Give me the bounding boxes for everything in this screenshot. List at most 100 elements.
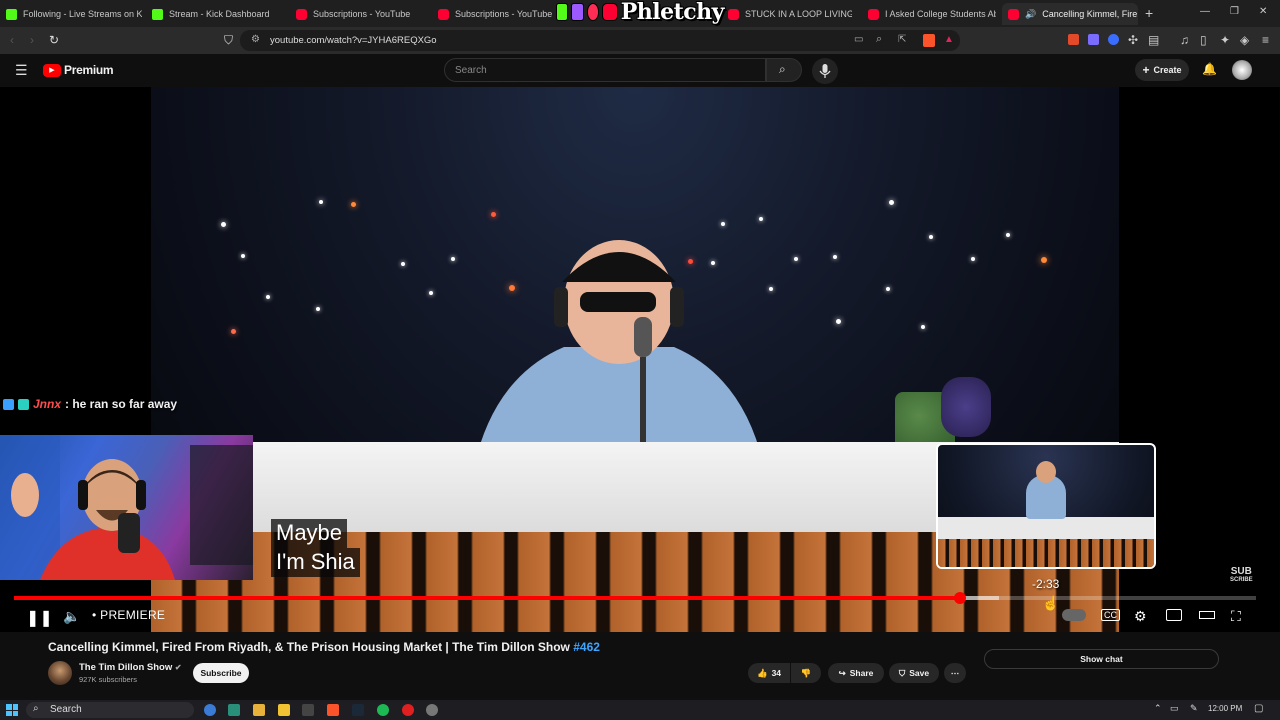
search-button[interactable]: ⌕ xyxy=(766,58,802,82)
streamer-webcam xyxy=(0,435,253,580)
folder-icon[interactable] xyxy=(278,704,290,716)
minimize-icon[interactable]: — xyxy=(1200,6,1210,17)
cursor-hand-icon: ☝ xyxy=(1042,595,1060,611)
plush-toy xyxy=(941,377,991,437)
extension-1-icon[interactable] xyxy=(1068,34,1079,45)
extension-3-icon[interactable] xyxy=(1108,34,1119,45)
cast-icon[interactable]: ▭ xyxy=(854,34,863,45)
search-input[interactable]: Search xyxy=(444,58,766,82)
site-info-icon[interactable]: ⚙ xyxy=(251,34,260,45)
autoplay-toggle[interactable] xyxy=(1062,609,1086,621)
url-text[interactable]: youtube.com/watch?v=JYHA6REQXGo xyxy=(270,35,437,46)
share-page-icon[interactable]: ⇱ xyxy=(898,34,906,45)
menu-icon[interactable]: ≡ xyxy=(1262,33,1269,47)
ai-icon[interactable]: ✦ xyxy=(1220,33,1230,47)
sidebar-icon[interactable]: ▯ xyxy=(1200,33,1207,47)
tab-active-video[interactable]: 🔊 Cancelling Kimmel, Fire ✕ xyxy=(1002,3,1138,25)
forward-icon[interactable]: › xyxy=(30,33,34,47)
logo-chip-icon xyxy=(556,3,569,21)
taskbar-clock[interactable]: 12:00 PM xyxy=(1208,704,1242,713)
app-icon[interactable] xyxy=(426,704,438,716)
brave-browser-icon[interactable] xyxy=(327,704,339,716)
pen-icon[interactable]: ✎ xyxy=(1190,703,1198,714)
notifications-bell-icon[interactable]: 🔔 xyxy=(1202,62,1217,76)
tab-college-students[interactable]: I Asked College Students Abou xyxy=(862,3,996,25)
file-explorer-icon[interactable] xyxy=(253,704,265,716)
address-bar[interactable]: ⚙ youtube.com/watch?v=JYHA6REQXGo ▭ ⌕ ⇱ … xyxy=(240,30,960,51)
premiere-badge: • PREMIERE xyxy=(92,608,166,622)
subscriber-count: 927K subscribers xyxy=(79,675,137,684)
hamburger-menu-icon[interactable]: ☰ xyxy=(15,62,28,79)
widgets-icon[interactable] xyxy=(228,704,240,716)
miniplayer-icon[interactable] xyxy=(1166,609,1182,621)
windows-taskbar: ⌕ Search ⌃ ▭ ✎ 12:00 PM ▢ xyxy=(0,700,1280,720)
speaker-icon[interactable]: 🔊 xyxy=(1025,9,1036,20)
brave-shield-icon[interactable] xyxy=(923,34,935,47)
dislike-button[interactable]: 👎 xyxy=(791,663,821,683)
streamer-figure xyxy=(0,435,253,580)
thumbs-up-icon: 👍 xyxy=(756,667,768,678)
tab-subscriptions-1[interactable]: Subscriptions - YouTube xyxy=(290,3,432,25)
youtube-favicon-icon xyxy=(728,8,739,20)
city-light xyxy=(889,200,894,205)
brave-rewards-icon[interactable]: ▲ xyxy=(944,34,954,45)
extension-2-icon[interactable] xyxy=(1088,34,1099,45)
city-light xyxy=(316,307,320,311)
spotify-icon[interactable] xyxy=(377,704,389,716)
save-button[interactable]: ⛉ Save xyxy=(889,663,939,683)
zoom-icon[interactable]: ⌕ xyxy=(876,33,882,46)
tab-kick-following[interactable]: Following - Live Streams on Ki xyxy=(0,3,142,25)
steam-icon[interactable] xyxy=(352,704,364,716)
city-light xyxy=(794,257,798,261)
city-light xyxy=(241,254,245,258)
more-actions-button[interactable]: ⋯ xyxy=(944,663,966,683)
video-player[interactable]: Jnnx : he ran so far away Maybe I'm Shia… xyxy=(0,87,1280,632)
theater-mode-icon[interactable] xyxy=(1199,611,1215,619)
window-close-icon[interactable]: ✕ xyxy=(1259,6,1267,17)
windows-start-icon[interactable] xyxy=(6,704,18,716)
subscribe-watermark[interactable]: SUB SCRIBE xyxy=(1230,567,1253,585)
channel-name[interactable]: The Tim Dillon Show ✔ xyxy=(79,662,182,673)
obs-icon[interactable] xyxy=(402,704,414,716)
kick-favicon-icon xyxy=(6,8,17,20)
subscribe-button[interactable]: Subscribe xyxy=(193,663,249,683)
settings-icon[interactable]: ⚙ xyxy=(1134,608,1147,625)
episode-hashtag[interactable]: #462 xyxy=(573,640,600,654)
notification-icon[interactable]: ▢ xyxy=(1254,703,1263,714)
taskbar-search[interactable]: ⌕ Search xyxy=(26,702,194,718)
create-button[interactable]: + Create xyxy=(1135,59,1189,81)
pause-icon[interactable]: ❚❚ xyxy=(26,608,53,628)
captions-icon[interactable]: CC xyxy=(1101,609,1120,621)
account-avatar[interactable] xyxy=(1232,60,1252,80)
new-tab-icon[interactable]: + xyxy=(1145,5,1153,21)
plus-icon: + xyxy=(1142,63,1150,77)
preview-time: -2:33 xyxy=(1032,577,1060,591)
wallet-icon[interactable]: ◈ xyxy=(1240,33,1249,47)
network-icon[interactable]: ▭ xyxy=(1170,703,1179,714)
caption-line: I'm Shia xyxy=(271,548,360,577)
youtube-logo[interactable]: ▶ Premium xyxy=(43,63,114,77)
fullscreen-icon[interactable]: ⛶ xyxy=(1231,608,1241,625)
city-light xyxy=(491,212,496,217)
back-icon[interactable]: ‹ xyxy=(10,33,14,47)
tab-subscriptions-2[interactable]: Subscriptions - YouTube xyxy=(432,3,554,25)
tab-stuck-in-loop[interactable]: STUCK IN A LOOP LIVING IN A xyxy=(722,3,852,25)
extensions-icon[interactable]: ✣ xyxy=(1128,33,1138,47)
show-chat-button[interactable]: Show chat xyxy=(984,649,1219,669)
reload-icon[interactable]: ↻ xyxy=(49,33,59,47)
progress-bar[interactable] xyxy=(14,592,1256,604)
tray-chevron-icon[interactable]: ⌃ xyxy=(1154,703,1162,714)
like-button[interactable]: 👍 34 xyxy=(748,663,790,683)
channel-avatar[interactable] xyxy=(48,661,72,685)
terminal-icon[interactable] xyxy=(302,704,314,716)
copilot-icon[interactable] xyxy=(204,704,216,716)
maximize-icon[interactable]: ❐ xyxy=(1230,6,1239,17)
volume-icon[interactable]: 🔈 xyxy=(63,608,80,625)
chat-overlay-message: Jnnx : he ran so far away xyxy=(3,397,177,411)
media-icon[interactable]: ♫ xyxy=(1180,33,1189,47)
bookmark-icon[interactable]: ⛉ xyxy=(224,33,233,48)
voice-search-button[interactable] xyxy=(812,58,838,84)
share-button[interactable]: ↪ Share xyxy=(828,663,884,683)
tab-kick-dashboard[interactable]: Stream - Kick Dashboard xyxy=(146,3,288,25)
tab-manager-icon[interactable]: ▤ xyxy=(1148,33,1159,47)
